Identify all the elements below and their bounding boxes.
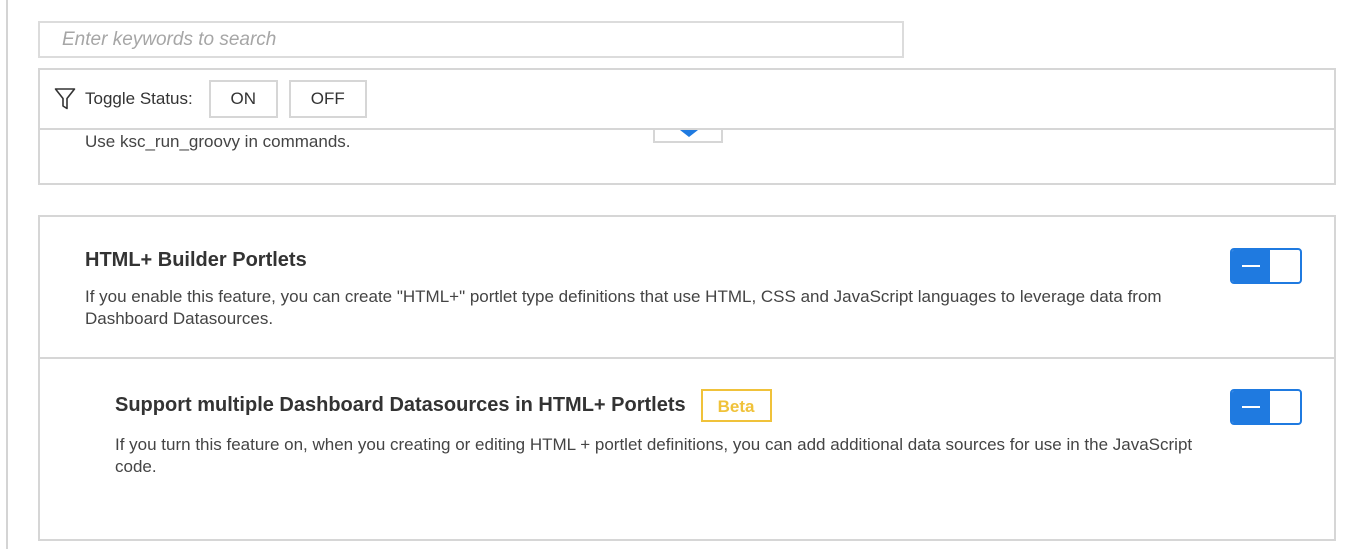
search-box[interactable]	[38, 21, 904, 58]
switch-on-indicator	[1232, 391, 1270, 423]
left-divider	[6, 0, 8, 549]
funnel-icon[interactable]	[53, 86, 77, 112]
feature-toggle-switch[interactable]	[1230, 248, 1302, 284]
dash-icon	[1242, 406, 1260, 408]
feature-description: If you turn this feature on, when you cr…	[115, 435, 1193, 476]
filter-on-button[interactable]: ON	[208, 80, 278, 118]
toggle-status-filter: Toggle Status: ON OFF	[38, 68, 1336, 130]
previous-feature-description: Use ksc_run_groovy in commands.	[85, 132, 351, 151]
search-input[interactable]	[40, 23, 902, 56]
feature-title: Support multiple Dashboard Datasources i…	[115, 394, 686, 416]
dash-icon	[1242, 265, 1260, 267]
feature-title: HTML+ Builder Portlets	[85, 249, 307, 271]
filter-off-button[interactable]: OFF	[288, 80, 367, 118]
switch-on-indicator	[1232, 250, 1270, 282]
feature-settings-page: Use ksc_run_groovy in commands. Toggle S…	[0, 0, 1358, 549]
feature-title-row: Support multiple Dashboard Datasources i…	[115, 389, 772, 422]
toggle-status-label: Toggle Status:	[85, 89, 193, 108]
feature-html-builder-portlets: HTML+ Builder Portlets If you enable thi…	[40, 217, 1334, 359]
beta-badge: Beta	[700, 389, 772, 422]
feature-multiple-datasources: Support multiple Dashboard Datasources i…	[40, 359, 1334, 539]
feature-toggle-switch[interactable]	[1230, 389, 1302, 425]
feature-description: If you enable this feature, you can crea…	[85, 287, 1162, 328]
caret-down-icon	[680, 130, 698, 137]
feature-card: HTML+ Builder Portlets If you enable thi…	[38, 215, 1336, 541]
